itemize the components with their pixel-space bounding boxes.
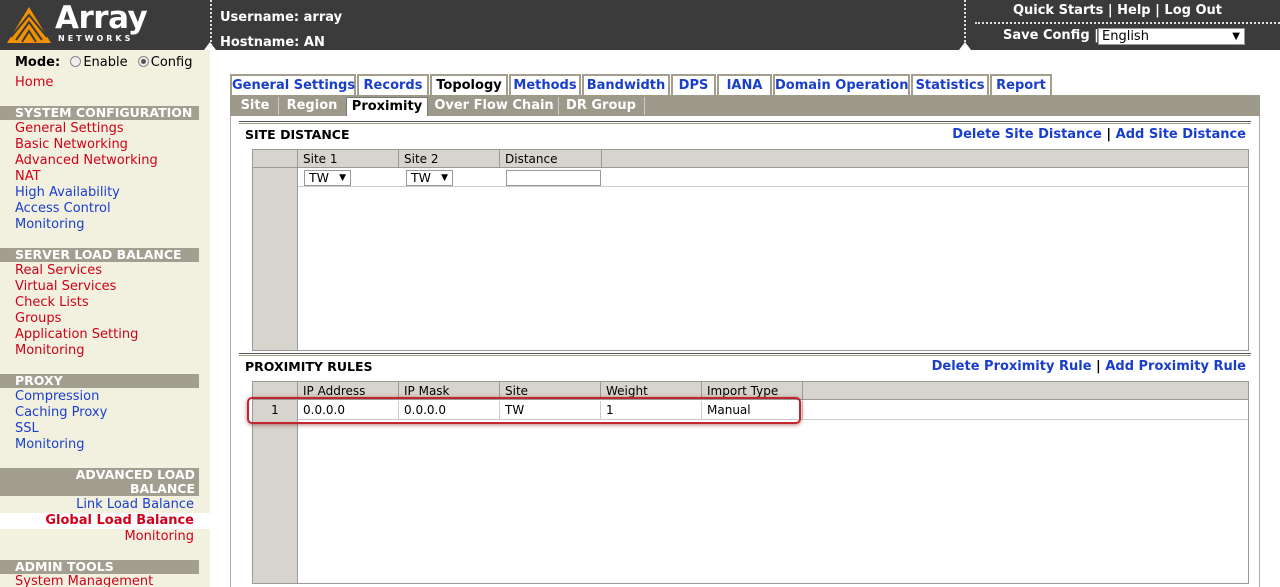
sidebar-item-ssl[interactable]: SSL <box>15 421 39 437</box>
sidebar-item-system-management[interactable]: System Management <box>15 574 153 587</box>
tab-iana[interactable]: IANA <box>717 74 772 96</box>
subtab-bar: Site Region Proximity Over Flow Chain DR… <box>230 95 1260 116</box>
sidebar-item-monitoring[interactable]: Monitoring <box>15 343 85 359</box>
main-content: General Settings Records Topology Method… <box>230 74 1260 587</box>
language-select[interactable]: English ▼ <box>1098 28 1245 45</box>
mode-label: Mode: <box>15 55 61 70</box>
sidebar-item-nat[interactable]: NAT <box>15 169 41 185</box>
add-proximity-rule-link[interactable]: Add Proximity Rule <box>1105 359 1246 374</box>
header-dotted-line <box>975 22 1280 24</box>
sidebar-item-compression[interactable]: Compression <box>15 389 99 405</box>
site2-value: TW <box>411 170 431 185</box>
proximity-rules-actions: Delete Proximity Rule | Add Proximity Ru… <box>931 359 1246 374</box>
language-value: English <box>1102 29 1149 44</box>
header-notch <box>959 42 971 50</box>
sidebar-item-groups[interactable]: Groups <box>15 311 61 327</box>
subtab-dr-group[interactable]: DR Group <box>559 97 643 116</box>
section-server-load-balance: SERVER LOAD BALANCE <box>0 248 199 262</box>
hostname-label: Hostname: AN <box>220 35 325 50</box>
table-row: TW ▼ TW ▼ <box>253 168 1248 187</box>
site-distance-table: Site 1 Site 2 Distance TW ▼ TW ▼ <box>252 149 1249 351</box>
subtab-over-flow-chain[interactable]: Over Flow Chain <box>431 97 557 116</box>
tab-methods[interactable]: Methods <box>509 74 581 96</box>
sidebar-item-advanced-networking[interactable]: Advanced Networking <box>15 153 158 169</box>
array-logo-icon <box>7 7 51 43</box>
site1-select[interactable]: TW ▼ <box>304 170 351 186</box>
sidebar-item-virtual-services[interactable]: Virtual Services <box>15 279 116 295</box>
section-rule <box>239 121 1251 124</box>
delete-site-distance-link[interactable]: Delete Site Distance <box>952 127 1102 142</box>
sidebar-item-monitoring[interactable]: Monitoring <box>15 217 85 233</box>
sidebar-item-general-settings[interactable]: General Settings <box>15 121 124 137</box>
column-header-distance: Distance <box>500 150 602 168</box>
array-networks-logo: Array NETWORKS <box>5 0 205 46</box>
subtab-site[interactable]: Site <box>232 97 278 116</box>
save-config-row: Save Config | <box>1003 28 1099 43</box>
section-title-line1: ADVANCED LOAD <box>75 467 195 482</box>
sidebar-item-monitoring[interactable]: Monitoring <box>15 437 85 453</box>
tab-dps[interactable]: DPS <box>671 74 716 96</box>
site-distance-actions: Delete Site Distance | Add Site Distance <box>952 127 1246 142</box>
column-header-site2: Site 2 <box>399 150 500 168</box>
sidebar-item-high-availability[interactable]: High Availability <box>15 185 120 201</box>
mode-enable-radio[interactable] <box>70 56 82 67</box>
section-proxy: PROXY <box>0 374 199 388</box>
sidebar-item-home[interactable]: Home <box>15 75 53 91</box>
subtab-region[interactable]: Region <box>279 97 345 116</box>
help-link[interactable]: Help <box>1117 3 1150 18</box>
tab-report[interactable]: Report <box>990 74 1052 96</box>
mode-enable-label: Enable <box>83 55 128 70</box>
brand-subtitle: NETWORKS <box>58 34 134 43</box>
mode-switch: Mode: Enable Config <box>15 55 192 70</box>
header-links: Quick Starts | Help | Log Out <box>1012 3 1222 18</box>
sidebar-item-link-load-balance[interactable]: Link Load Balance <box>76 497 194 513</box>
section-rule <box>239 353 1251 356</box>
tab-bandwidth[interactable]: Bandwidth <box>582 74 670 96</box>
sidebar-item-global-load-balance[interactable]: Global Load Balance <box>45 513 194 529</box>
tab-topology[interactable]: Topology <box>430 74 508 96</box>
top-header: Array NETWORKS Username: array Hostname:… <box>0 0 1280 50</box>
proximity-panel: SITE DISTANCE Delete Site Distance | Add… <box>230 116 1260 587</box>
column-header-site1: Site 1 <box>298 150 399 168</box>
sidebar-item-basic-networking[interactable]: Basic Networking <box>15 137 128 153</box>
brand-name: Array <box>55 0 148 36</box>
section-admin-tools: ADMIN TOOLS <box>0 560 199 574</box>
save-config-link[interactable]: Save Config <box>1003 28 1090 43</box>
sidebar: Mode: Enable Config Home SYSTEM CONFIGUR… <box>0 50 210 587</box>
highlight-annotation <box>247 397 801 424</box>
sidebar-item-monitoring[interactable]: Monitoring <box>124 529 194 545</box>
sidebar-item-application-setting[interactable]: Application Setting <box>15 327 138 343</box>
subtab-proximity[interactable]: Proximity <box>346 97 428 116</box>
distance-input[interactable] <box>506 170 601 186</box>
chevron-down-icon: ▼ <box>1232 31 1240 42</box>
proximity-rules-title: PROXIMITY RULES <box>245 359 373 374</box>
sidebar-item-access-control[interactable]: Access Control <box>15 201 111 217</box>
tab-general-settings[interactable]: General Settings <box>230 74 356 96</box>
quick-starts-link[interactable]: Quick Starts <box>1013 3 1103 18</box>
table-header: Site 1 Site 2 Distance <box>253 150 1248 168</box>
tab-records[interactable]: Records <box>357 74 429 96</box>
section-advanced-load-balance: ADVANCED LOAD BALANCE <box>0 468 199 496</box>
sidebar-item-caching-proxy[interactable]: Caching Proxy <box>15 405 107 421</box>
username-label: Username: array <box>220 10 343 25</box>
subtab-divider <box>644 97 645 115</box>
sidebar-item-real-services[interactable]: Real Services <box>15 263 102 279</box>
tab-statistics[interactable]: Statistics <box>911 74 989 96</box>
chevron-down-icon: ▼ <box>441 173 448 183</box>
section-system-configuration: SYSTEM CONFIGURATION <box>0 106 199 120</box>
sidebar-item-check-lists[interactable]: Check Lists <box>15 295 89 311</box>
add-site-distance-link[interactable]: Add Site Distance <box>1116 127 1246 142</box>
log-out-link[interactable]: Log Out <box>1164 3 1222 18</box>
header-notch <box>204 42 216 50</box>
tab-domain-operation[interactable]: Domain Operation <box>773 74 910 96</box>
site-distance-title: SITE DISTANCE <box>245 127 350 142</box>
site2-select[interactable]: TW ▼ <box>406 170 453 186</box>
delete-proximity-rule-link[interactable]: Delete Proximity Rule <box>932 359 1092 374</box>
user-info: Username: array Hostname: AN <box>220 5 342 55</box>
mode-config-label: Config <box>150 55 193 70</box>
site1-value: TW <box>309 170 329 185</box>
chevron-down-icon: ▼ <box>339 173 346 183</box>
section-title-line2: BALANCE <box>129 481 195 496</box>
mode-config-radio[interactable] <box>137 56 149 67</box>
